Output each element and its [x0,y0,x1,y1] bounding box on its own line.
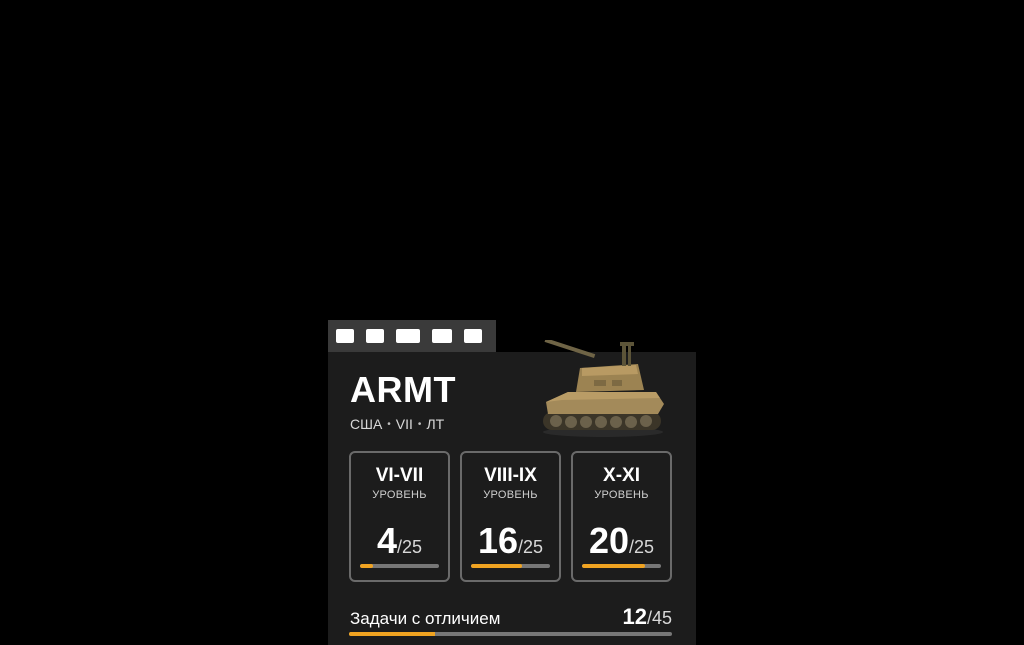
tab-icon[interactable] [366,329,384,343]
tab-icon[interactable] [396,329,420,343]
tier-done: 16 [477,520,518,561]
distinction-progress-fill [349,632,436,636]
tank-tier: VII [395,416,413,432]
tank-nation: США [350,416,383,432]
tab-icon[interactable] [432,329,452,343]
screen: ARMT США • VII • ЛТ VI-VII УРОВЕНЬ 4/25 … [0,0,1024,645]
meta-separator: • [387,418,391,430]
tier-card[interactable]: VI-VII УРОВЕНЬ 4/25 [349,451,450,582]
distinction-total: /45 [646,608,672,628]
tier-count: 4/25 [351,523,448,559]
tier-card[interactable]: X-XI УРОВЕНЬ 20/25 [571,451,672,582]
tier-range: VIII-IX [484,465,537,486]
tank-class: ЛТ [426,416,445,432]
meta-separator: • [417,418,422,430]
tier-card[interactable]: VIII-IX УРОВЕНЬ 16/25 [460,451,561,582]
tier-sub-label: УРОВЕНЬ [483,489,538,501]
tier-count: 20/25 [573,523,670,559]
tank-icon [543,340,664,437]
tank-meta: США • VII • ЛТ [350,416,444,432]
tier-done: 20 [588,520,629,561]
distinction-count: 12/45 [622,604,672,630]
tab-icon[interactable] [336,329,354,343]
distinction-done: 12 [622,604,647,629]
distinction-progress-bar [349,632,672,636]
tier-sub-label: УРОВЕНЬ [372,489,427,501]
tier-progress-bar [360,564,439,568]
tier-range: VI-VII [375,465,424,486]
tier-total: /25 [397,537,423,557]
tab-strip [328,320,496,352]
distinction-row: Задачи с отличием 12/45 [350,604,672,630]
tank-progress-card: ARMT США • VII • ЛТ VI-VII УРОВЕНЬ 4/25 … [328,340,696,645]
tier-total: /25 [629,537,655,557]
tab-icon[interactable] [464,329,482,343]
tier-progress-fill [582,564,646,568]
tier-count: 16/25 [462,523,559,559]
tier-range: X-XI [603,465,640,486]
tier-sub-label: УРОВЕНЬ [594,489,649,501]
tank-name: ARMT [350,369,456,410]
tier-progress-fill [471,564,522,568]
tier-group: VI-VII УРОВЕНЬ 4/25 VIII-IX УРОВЕНЬ 16/2… [349,451,672,582]
distinction-label: Задачи с отличием [350,609,501,628]
tier-done: 4 [376,520,397,561]
tier-progress-bar [471,564,550,568]
tier-progress-bar [582,564,661,568]
tier-total: /25 [518,537,544,557]
tier-progress-fill [360,564,373,568]
